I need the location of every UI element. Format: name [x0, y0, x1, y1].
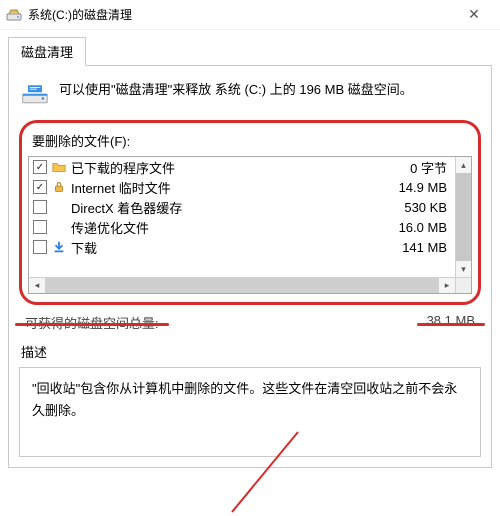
file-name: 已下载的程序文件 [71, 158, 371, 177]
download-icon [51, 239, 67, 255]
checkbox[interactable] [33, 180, 47, 194]
tabstrip: 磁盘清理 可以使用"磁盘清理"来释放 系统 (C:) 上的 196 MB 磁盘空… [8, 36, 492, 468]
checkbox[interactable] [33, 220, 47, 234]
blank-icon [51, 219, 67, 235]
summary-label: 可获得的磁盘空间总量: [25, 313, 159, 332]
horizontal-scrollbar[interactable]: ◂ ▸ [29, 277, 455, 293]
window-title: 系统(C:)的磁盘清理 [28, 6, 454, 23]
list-item[interactable]: DirectX 着色器缓存 530 KB [29, 197, 455, 217]
summary-value: 38.1 MB [427, 313, 475, 332]
close-button[interactable]: ✕ [454, 6, 494, 23]
description-heading: 描述 [21, 342, 481, 361]
tab-label: 磁盘清理 [21, 45, 73, 60]
description-text: "回收站"包含你从计算机中删除的文件。这些文件在清空回收站之前不会永久删除。 [32, 381, 457, 418]
drive-cleanup-icon [6, 7, 22, 23]
list-item[interactable]: 下载 141 MB [29, 237, 455, 257]
scrollbar-corner [455, 277, 471, 293]
scroll-up-icon[interactable]: ▴ [456, 157, 471, 173]
tab-page: 可以使用"磁盘清理"来释放 系统 (C:) 上的 196 MB 磁盘空间。 要删… [8, 65, 492, 468]
file-size: 16.0 MB [371, 220, 451, 235]
blank-icon [51, 199, 67, 215]
file-name: 传递优化文件 [71, 218, 371, 237]
list-item[interactable]: 已下载的程序文件 0 字节 [29, 157, 455, 177]
tab-disk-cleanup[interactable]: 磁盘清理 [8, 37, 86, 66]
scroll-thumb[interactable] [456, 173, 471, 261]
scroll-right-icon[interactable]: ▸ [439, 278, 455, 293]
scroll-track[interactable] [45, 278, 439, 293]
file-list: 已下载的程序文件 0 字节 Internet 临时文件 14.9 MB [28, 156, 472, 294]
folder-icon [51, 159, 67, 175]
file-size: 141 MB [371, 240, 451, 255]
file-list-viewport: 已下载的程序文件 0 字节 Internet 临时文件 14.9 MB [29, 157, 455, 277]
intro-text: 可以使用"磁盘清理"来释放 系统 (C:) 上的 196 MB 磁盘空间。 [59, 80, 413, 101]
drive-icon [21, 80, 49, 108]
files-group-highlight: 要删除的文件(F): 已下载的程序文件 0 字节 [19, 120, 481, 305]
file-size: 14.9 MB [371, 180, 451, 195]
checkbox[interactable] [33, 200, 47, 214]
list-item[interactable]: Internet 临时文件 14.9 MB [29, 177, 455, 197]
vertical-scrollbar[interactable]: ▴ ▾ [455, 157, 471, 277]
description-box: "回收站"包含你从计算机中删除的文件。这些文件在清空回收站之前不会永久删除。 [19, 367, 481, 457]
list-item[interactable]: 传递优化文件 16.0 MB [29, 217, 455, 237]
scroll-down-icon[interactable]: ▾ [456, 261, 471, 277]
titlebar: 系统(C:)的磁盘清理 ✕ [0, 0, 500, 30]
scroll-left-icon[interactable]: ◂ [29, 278, 45, 293]
file-size: 0 字节 [371, 158, 451, 177]
file-name: 下载 [71, 238, 371, 257]
summary-row: 可获得的磁盘空间总量: 38.1 MB [19, 311, 481, 334]
files-group-label: 要删除的文件(F): [32, 131, 472, 150]
checkbox[interactable] [33, 160, 47, 174]
file-name: Internet 临时文件 [71, 178, 371, 197]
intro-row: 可以使用"磁盘清理"来释放 系统 (C:) 上的 196 MB 磁盘空间。 [19, 76, 481, 120]
lock-icon [51, 179, 67, 195]
file-name: DirectX 着色器缓存 [71, 198, 371, 217]
checkbox[interactable] [33, 240, 47, 254]
file-size: 530 KB [371, 200, 451, 215]
